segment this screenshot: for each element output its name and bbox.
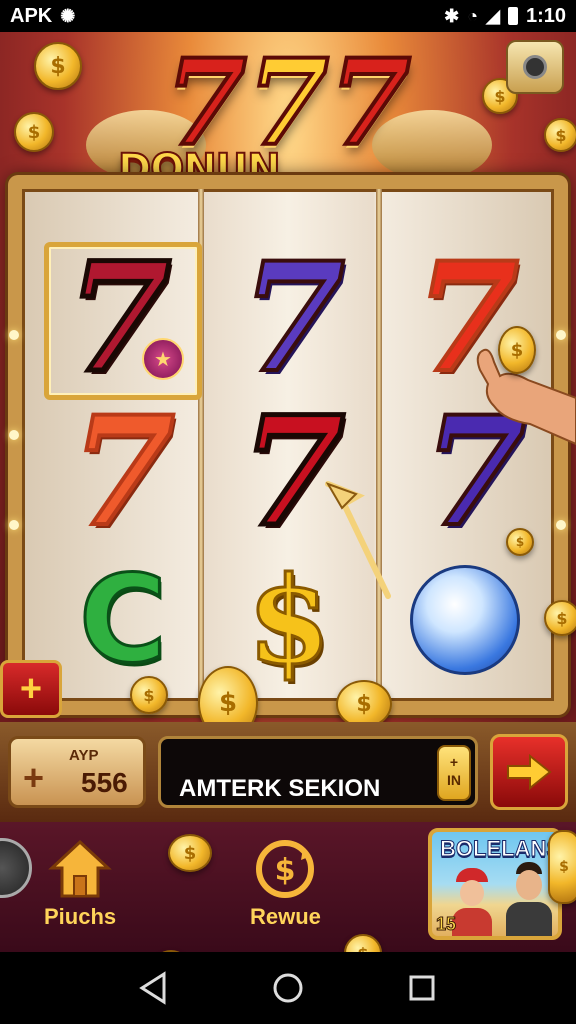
light-bulb	[9, 330, 19, 340]
message-text: AMTERK SEKION	[179, 775, 381, 802]
arrow-right-icon	[507, 753, 552, 791]
promo-man-avatar	[504, 862, 552, 936]
coin-icon: $	[168, 834, 212, 872]
message-toggle-button[interactable]: + IN	[437, 745, 471, 801]
app-label: APK	[10, 4, 53, 27]
message-box: AMTERK SEKION + IN	[158, 736, 478, 808]
bluetooth-icon: ✱	[444, 5, 460, 26]
home-icon[interactable]	[272, 972, 304, 1004]
spin-arrow-button[interactable]	[490, 734, 568, 810]
coin-icon: $	[130, 676, 168, 714]
pointer-arrow	[325, 481, 391, 599]
house-icon	[48, 839, 112, 898]
coin-icon: $	[498, 326, 536, 374]
dollar-cycle-icon: $	[256, 840, 315, 898]
recents-icon[interactable]	[408, 974, 436, 1002]
light-bulb	[9, 430, 19, 440]
promo-woman-avatar	[450, 868, 494, 936]
signal-icon: ◢	[486, 5, 500, 26]
green-crescent-symbol: C	[77, 549, 168, 691]
toggle-bottom-label: IN	[447, 772, 461, 788]
nav-label: Rewue	[250, 904, 321, 929]
coin-icon: $	[336, 680, 392, 728]
bet-label: AYP	[69, 747, 99, 764]
light-bulb	[556, 330, 566, 340]
light-bulb	[9, 520, 19, 530]
reel-symbol: 7	[239, 230, 347, 406]
svg-text:$: $	[275, 853, 296, 888]
coin-icon: $	[548, 830, 576, 904]
coin-icon: $	[544, 600, 576, 636]
nav-item-piuchs[interactable]: Piuchs	[44, 838, 116, 930]
status-bar: APK ✺ ✱ ◔ ◢ 1:10	[0, 0, 576, 32]
bet-value: 556	[81, 767, 128, 798]
settings-icon: ✺	[60, 5, 76, 26]
reel-symbol: 7	[64, 230, 173, 406]
promo-number: 15	[435, 914, 457, 935]
wifi-icon: ◔	[467, 5, 479, 26]
clock: 1:10	[525, 4, 566, 27]
reel-symbol: 7	[69, 384, 177, 560]
nav-label: Piuchs	[44, 904, 117, 929]
toggle-top-label: +	[449, 754, 459, 770]
back-icon[interactable]	[138, 970, 168, 1006]
promo-card[interactable]: BOLELANS 15	[428, 828, 562, 940]
system-nav-bar	[0, 952, 576, 1024]
bet-control[interactable]: + AYP 556	[8, 736, 146, 808]
title-sevens: 777	[0, 42, 576, 164]
star-icon: ★	[142, 338, 184, 380]
bet-plus-button[interactable]: +	[23, 757, 44, 799]
coin-icon: $	[506, 528, 534, 556]
side-add-button[interactable]: +	[0, 660, 62, 718]
battery-icon	[507, 7, 518, 25]
promo-title: BOLELANS	[440, 836, 561, 862]
nav-item-rewue[interactable]: $ Rewue	[250, 838, 321, 930]
